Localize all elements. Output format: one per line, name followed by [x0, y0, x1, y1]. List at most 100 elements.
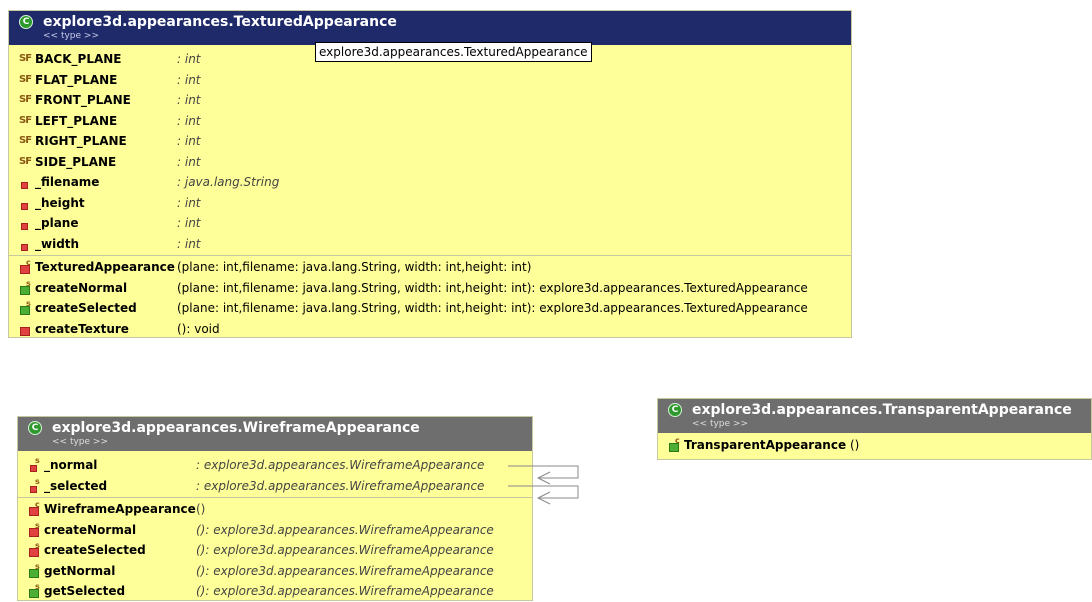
static-final-field-icon: SF [19, 73, 32, 85]
public-constructor-icon: c [668, 435, 684, 455]
class-stereotype: << type >> [52, 437, 108, 447]
field-name: _width [35, 236, 80, 251]
method-name: createNormal [44, 522, 137, 537]
class-header[interactable]: C explore3d.appearances.TransparentAppea… [658, 399, 1091, 433]
field-name: _selected [44, 478, 108, 493]
method-row[interactable]: createTexture (): void [9, 319, 851, 340]
class-name: explore3d.appearances.TexturedAppearance [43, 14, 397, 30]
static-final-field-icon: SF [19, 114, 32, 126]
method-row[interactable]: c TransparentAppearance () [658, 435, 1091, 456]
field-type: : int [177, 134, 201, 148]
method-signature: () [850, 438, 860, 452]
method-row[interactable]: s createNormal (): explore3d.appearances… [18, 520, 532, 541]
private-static-method-icon: s [28, 540, 44, 560]
method-row[interactable]: s getSelected (): explore3d.appearances.… [18, 581, 532, 602]
private-field-icon [19, 234, 35, 254]
method-signature: (): explore3d.appearances.WireframeAppea… [196, 543, 494, 557]
method-signature: (plane: int,filename: java.lang.String, … [177, 260, 532, 274]
method-row[interactable]: s createSelected (): explore3d.appearanc… [18, 540, 532, 561]
field-type: : java.lang.String [177, 175, 280, 189]
field-name: LEFT_PLANE [35, 113, 118, 128]
method-name: createSelected [35, 301, 137, 315]
method-signature: (): explore3d.appearances.WireframeAppea… [196, 522, 494, 537]
method-signature: (plane: int,filename: java.lang.String, … [177, 280, 808, 295]
method-name: TexturedAppearance [35, 260, 175, 274]
field-name: SIDE_PLANE [35, 154, 117, 169]
method-signature: (plane: int,filename: java.lang.String, … [177, 301, 808, 315]
field-row[interactable]: SF SIDE_PLANE : int [9, 152, 851, 173]
static-final-field-icon: SF [19, 135, 32, 146]
field-row[interactable]: SF LEFT_PLANE : int [9, 111, 851, 132]
method-name: getNormal [44, 563, 116, 578]
class-type-icon: C [28, 421, 42, 435]
field-name: FLAT_PLANE [35, 72, 118, 87]
compartment-divider [18, 497, 532, 498]
method-name: getSelected [44, 584, 126, 598]
public-static-method-icon: s [19, 278, 35, 298]
public-static-method-icon: s [19, 298, 35, 318]
private-constructor-icon: c [28, 499, 44, 519]
field-row[interactable]: _width : int [9, 234, 851, 255]
field-name: RIGHT_PLANE [35, 134, 127, 148]
field-type: : explore3d.appearances.WireframeAppeara… [196, 478, 485, 493]
constructor-icon: c [19, 257, 35, 277]
method-row[interactable]: s createSelected (plane: int,filename: j… [9, 298, 851, 319]
class-name: explore3d.appearances.TransparentAppeara… [692, 402, 1072, 418]
field-name: BACK_PLANE [35, 52, 122, 66]
field-type: : int [177, 113, 201, 128]
compartment-divider [9, 255, 851, 256]
field-name: _plane [35, 216, 79, 230]
class-header[interactable]: C explore3d.appearances.WireframeAppeara… [18, 417, 532, 451]
private-field-icon [19, 213, 35, 233]
field-type: : int [177, 195, 201, 210]
static-final-field-icon: SF [19, 94, 32, 105]
field-name: _height [35, 195, 85, 210]
method-signature: (): explore3d.appearances.WireframeAppea… [196, 584, 494, 598]
private-static-method-icon: s [28, 520, 44, 540]
method-name: TransparentAppearance [684, 438, 847, 452]
method-name: WireframeAppearance [44, 502, 196, 516]
field-type: : int [177, 154, 201, 169]
private-static-field-icon: s [28, 455, 44, 475]
class-name: explore3d.appearances.WireframeAppearanc… [52, 420, 420, 436]
field-row[interactable]: _filename : java.lang.String [9, 172, 851, 193]
private-field-icon [19, 172, 35, 192]
class-stereotype: << type >> [692, 419, 748, 429]
method-name: createNormal [35, 280, 128, 295]
private-field-icon [19, 193, 35, 213]
private-static-field-icon: s [28, 476, 44, 496]
self-association-arrows [508, 465, 579, 505]
field-row[interactable]: s _normal : explore3d.appearances.Wirefr… [18, 455, 532, 476]
class-type-icon: C [668, 403, 682, 417]
field-row[interactable]: SF FRONT_PLANE : int [9, 90, 851, 111]
method-signature: () [196, 502, 206, 516]
method-name: createSelected [44, 543, 146, 557]
method-row[interactable]: s getNormal (): explore3d.appearances.Wi… [18, 561, 532, 582]
method-row[interactable]: c WireframeAppearance () [18, 499, 532, 520]
method-row[interactable]: c TexturedAppearance (plane: int,filenam… [9, 257, 851, 278]
field-row[interactable]: _height : int [9, 193, 851, 214]
method-name: createTexture [35, 321, 129, 336]
class-type-icon: C [19, 15, 33, 29]
method-signature: (): void [177, 321, 220, 336]
static-final-field-icon: SF [19, 53, 32, 64]
hover-tooltip: explore3d.appearances.TexturedAppearance [315, 42, 592, 62]
field-name: _normal [44, 458, 98, 472]
field-name: _filename [35, 175, 100, 189]
field-type: : explore3d.appearances.WireframeAppeara… [196, 458, 485, 472]
class-transparent-appearance[interactable]: C explore3d.appearances.TransparentAppea… [657, 398, 1092, 460]
field-row[interactable]: SF FLAT_PLANE : int [9, 70, 851, 91]
public-static-method-icon: s [28, 581, 44, 601]
field-row[interactable]: _plane : int [9, 213, 851, 234]
field-type: : int [177, 52, 201, 66]
field-row[interactable]: s _selected : explore3d.appearances.Wire… [18, 476, 532, 497]
field-row[interactable]: SF RIGHT_PLANE : int [9, 131, 851, 152]
class-wireframe-appearance[interactable]: C explore3d.appearances.WireframeAppeara… [17, 416, 533, 601]
field-type: : int [177, 72, 201, 87]
field-type: : int [177, 236, 201, 251]
class-header[interactable]: C explore3d.appearances.TexturedAppearan… [9, 11, 851, 45]
field-type: : int [177, 216, 201, 230]
method-row[interactable]: s createNormal (plane: int,filename: jav… [9, 278, 851, 299]
static-final-field-icon: SF [19, 155, 32, 167]
private-method-icon [19, 319, 35, 339]
